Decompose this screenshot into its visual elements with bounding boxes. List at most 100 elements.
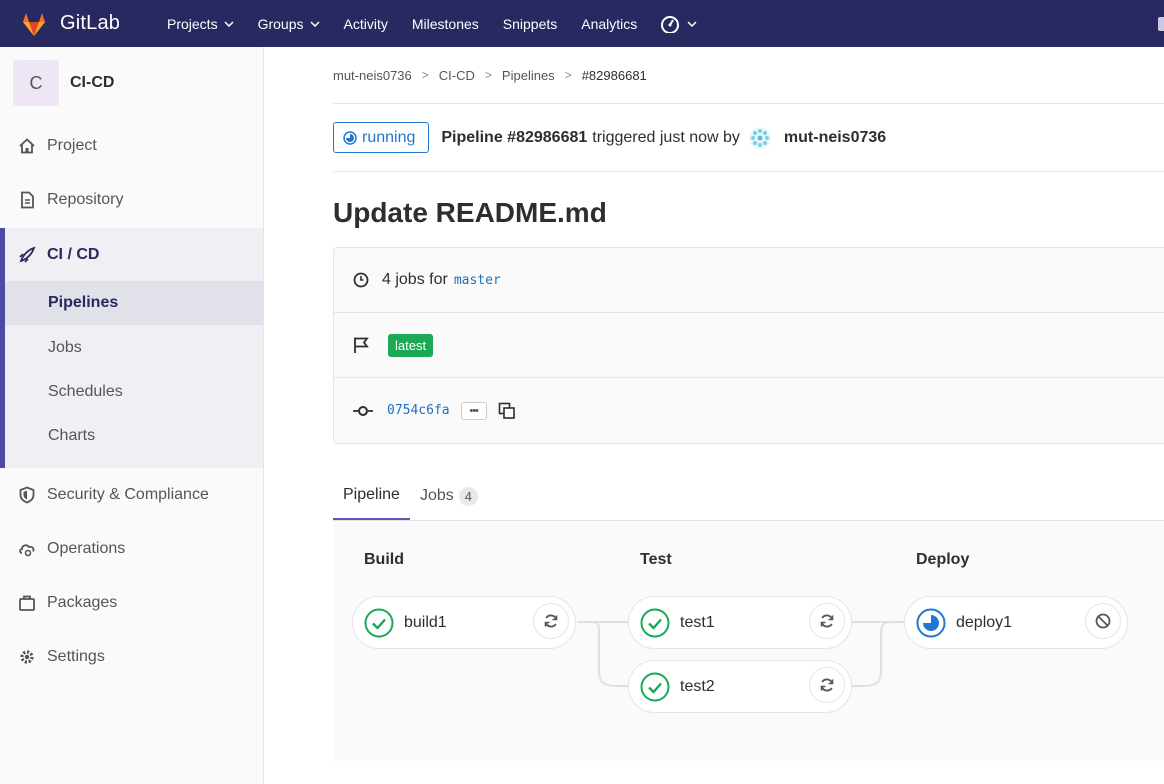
stage-title-test: Test — [640, 551, 672, 568]
chevron-down-icon — [309, 20, 320, 27]
nav-milestones[interactable]: Milestones — [400, 0, 491, 47]
status-success-icon — [640, 608, 670, 637]
nav-activity[interactable]: Activity — [332, 0, 400, 47]
nav-analytics[interactable]: Analytics — [569, 0, 649, 47]
sidebar-item-label: Project — [47, 137, 97, 154]
user-avatar[interactable] — [748, 126, 772, 150]
info-row-tags: latest — [334, 313, 1164, 378]
copy-sha-button[interactable] — [497, 401, 517, 421]
breadcrumb-link-namespace[interactable]: mut-neis0736 — [333, 68, 412, 83]
commit-icon — [353, 405, 373, 416]
cloud-gear-icon — [19, 544, 35, 557]
sidebar-item-cicd[interactable]: CI / CD — [5, 228, 263, 282]
retry-job-button[interactable] — [809, 667, 845, 703]
main-content: mut-neis0736 > CI-CD > Pipelines > #8298… — [333, 47, 1164, 761]
sidebar-item-label: Settings — [47, 648, 105, 665]
sidebar-item-packages[interactable]: Packages — [0, 576, 263, 630]
sidebar-item-repository[interactable]: Repository — [0, 173, 263, 227]
tab-label: Jobs — [419, 487, 454, 504]
pipeline-header: running Pipeline #82986681 triggered jus… — [333, 104, 1164, 172]
gitlab-home-link[interactable]: GitLab — [20, 10, 155, 38]
nav-label: Analytics — [581, 15, 638, 32]
retry-icon — [820, 614, 834, 628]
sidebar-subitem-pipelines[interactable]: Pipelines — [5, 281, 263, 325]
project-name: CI-CD — [70, 74, 115, 91]
tab-pipeline[interactable]: Pipeline — [333, 472, 410, 520]
sidebar-project-header[interactable]: C CI-CD — [0, 47, 263, 119]
status-running-icon — [343, 130, 357, 145]
pipeline-user-link[interactable]: mut-neis0736 — [784, 129, 886, 147]
sidebar-subitem-label: Pipelines — [48, 294, 119, 311]
clock-icon — [353, 272, 369, 288]
tab-jobs[interactable]: Jobs 4 — [410, 472, 488, 520]
breadcrumb-separator: > — [484, 68, 492, 82]
retry-icon — [820, 678, 834, 692]
pipeline-status-badge[interactable]: running — [333, 122, 430, 153]
pipeline-graph: Build Test Deploy build1 test1 test2 dep… — [333, 521, 1164, 761]
job-test1[interactable]: test1 — [628, 596, 852, 649]
pipeline-trigger-text: triggered just now by — [592, 128, 740, 146]
copy-icon — [498, 402, 515, 419]
sidebar-subitem-charts[interactable]: Charts — [5, 414, 263, 458]
commit-title: Update README.md — [333, 197, 607, 228]
sidebar-item-label: Repository — [47, 191, 124, 208]
info-row-jobs: 4 jobs for master — [334, 248, 1164, 313]
retry-job-button[interactable] — [533, 603, 569, 639]
sidebar-item-settings[interactable]: Settings — [0, 630, 263, 684]
nav-label: Milestones — [411, 15, 479, 32]
job-build1[interactable]: build1 — [352, 596, 576, 649]
pipeline-status-text: running — [362, 128, 416, 146]
nav-snippets[interactable]: Snippets — [491, 0, 569, 47]
sidebar-item-label: CI / CD — [47, 246, 100, 263]
project-sidebar: C CI-CD Project Repository CI / CD Pipel… — [0, 47, 264, 784]
status-running-icon — [916, 608, 946, 637]
nav-projects[interactable]: Projects — [155, 0, 246, 47]
job-name: build1 — [404, 613, 447, 631]
package-icon — [19, 595, 35, 611]
sidebar-item-label: Security & Compliance — [47, 486, 209, 503]
pipeline-info-box: 4 jobs for master latest 0754c6fa ••• — [333, 247, 1164, 444]
sidebar-subitem-schedules[interactable]: Schedules — [5, 370, 263, 414]
job-deploy1[interactable]: deploy1 — [904, 596, 1128, 649]
retry-icon — [544, 614, 558, 628]
new-menu-edge[interactable] — [1158, 17, 1164, 31]
breadcrumb-link-project[interactable]: CI-CD — [439, 68, 475, 83]
sidebar-item-security[interactable]: Security & Compliance — [0, 468, 263, 522]
sidebar-item-label: Operations — [47, 540, 126, 557]
stage-title-build: Build — [364, 551, 404, 568]
project-avatar: C — [13, 60, 59, 106]
nav-label: Groups — [257, 15, 304, 32]
top-navbar: GitLab Projects Groups Activity Mileston… — [0, 0, 1164, 47]
branch-link[interactable]: master — [454, 273, 501, 288]
status-success-icon — [364, 608, 394, 637]
sidebar-item-project[interactable]: Project — [0, 119, 263, 173]
sidebar-item-operations[interactable]: Operations — [0, 522, 263, 576]
tab-label: Pipeline — [343, 486, 400, 503]
status-success-icon — [640, 672, 670, 701]
breadcrumb: mut-neis0736 > CI-CD > Pipelines > #8298… — [333, 47, 1164, 104]
gear-icon — [20, 650, 34, 664]
breadcrumb-link-pipelines[interactable]: Pipelines — [502, 68, 555, 83]
sidebar-subitem-jobs[interactable]: Jobs — [5, 326, 263, 370]
commit-sha-link[interactable]: 0754c6fa — [387, 403, 450, 418]
chevron-down-icon — [224, 20, 234, 27]
chevron-down-icon — [687, 20, 697, 27]
sidebar-subitem-label: Schedules — [48, 383, 123, 400]
sidebar-subitem-label: Charts — [48, 427, 96, 444]
sidebar-subitem-label: Jobs — [48, 339, 82, 356]
cancel-job-button[interactable] — [1085, 603, 1121, 639]
nav-groups[interactable]: Groups — [246, 0, 332, 47]
breadcrumb-separator: > — [564, 68, 572, 82]
shield-icon — [19, 486, 35, 504]
pipeline-title: Pipeline #82986681 — [441, 128, 588, 146]
nav-label: Activity — [343, 15, 388, 32]
job-test2[interactable]: test2 — [628, 660, 852, 713]
info-row-commit: 0754c6fa ••• — [334, 378, 1164, 443]
job-name: test1 — [680, 613, 715, 631]
document-icon — [21, 191, 34, 209]
toggle-commit-message-button[interactable]: ••• — [460, 401, 487, 420]
retry-job-button[interactable] — [809, 603, 845, 639]
performance-bar-toggle[interactable] — [649, 0, 707, 47]
breadcrumb-current[interactable]: #82986681 — [582, 68, 647, 83]
gitlab-logo-icon — [23, 12, 45, 36]
